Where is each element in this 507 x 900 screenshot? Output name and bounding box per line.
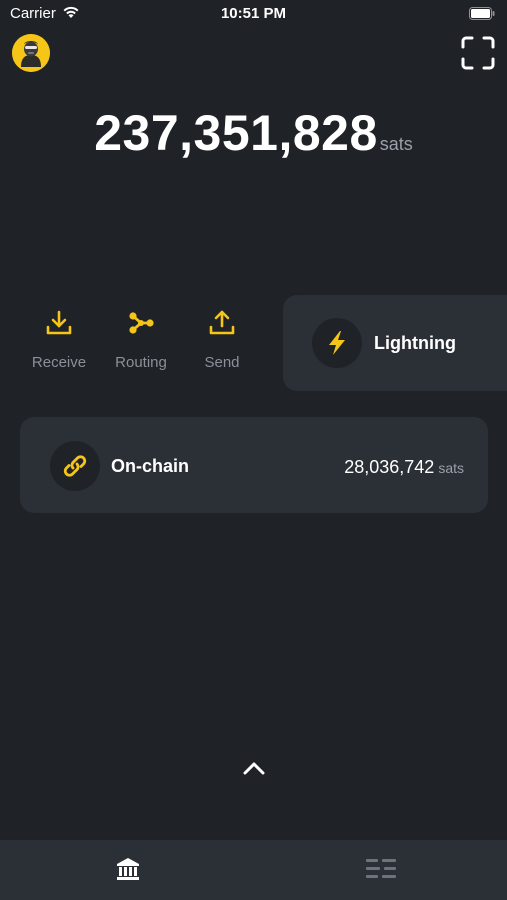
scan-button[interactable] xyxy=(461,36,495,70)
onchain-title: On-chain xyxy=(111,456,190,476)
onchain-card[interactable]: On-chain 28,036,742 sats xyxy=(20,417,488,513)
routing-icon xyxy=(129,312,154,334)
link-icon xyxy=(63,455,87,477)
receive-label: Receive xyxy=(31,354,87,371)
bank-icon xyxy=(117,858,139,880)
send-label: Send xyxy=(204,354,240,371)
avatar-icon xyxy=(12,34,50,72)
lightning-icon xyxy=(329,331,345,355)
routing-button[interactable]: Routing xyxy=(101,308,181,371)
list-icon xyxy=(366,859,396,878)
lightning-card[interactable]: Lightning xyxy=(283,295,507,391)
scan-icon xyxy=(461,36,495,70)
send-button[interactable]: Send xyxy=(182,308,262,371)
expand-button[interactable] xyxy=(240,758,268,778)
status-bar: Carrier 10:51 PM xyxy=(0,0,507,28)
tab-wallet[interactable] xyxy=(115,856,141,882)
onchain-amount: 28,036,742 sats xyxy=(344,457,464,478)
routing-label: Routing xyxy=(115,354,167,371)
receive-button[interactable]: Receive xyxy=(19,308,99,371)
upload-icon xyxy=(209,310,235,335)
balance-display: 237,351,828 sats xyxy=(0,104,507,162)
onchain-amount-value: 28,036,742 xyxy=(344,457,435,477)
balance-value: 237,351,828 xyxy=(94,105,378,161)
download-icon xyxy=(46,310,72,335)
wallet-screen: Carrier 10:51 PM 237,351,828 sats Receiv… xyxy=(0,0,507,900)
chevron-up-icon xyxy=(243,762,265,775)
status-time: 10:51 PM xyxy=(220,5,287,22)
balance-unit: sats xyxy=(379,134,413,154)
lightning-icon-circle xyxy=(312,318,362,368)
onchain-amount-unit: sats xyxy=(438,460,464,476)
onchain-icon-circle xyxy=(50,441,100,491)
lightning-title: Lightning xyxy=(374,333,456,353)
bottom-nav xyxy=(0,840,507,900)
avatar[interactable] xyxy=(12,34,50,72)
battery-icon xyxy=(469,7,495,25)
tab-activity[interactable] xyxy=(365,856,397,882)
